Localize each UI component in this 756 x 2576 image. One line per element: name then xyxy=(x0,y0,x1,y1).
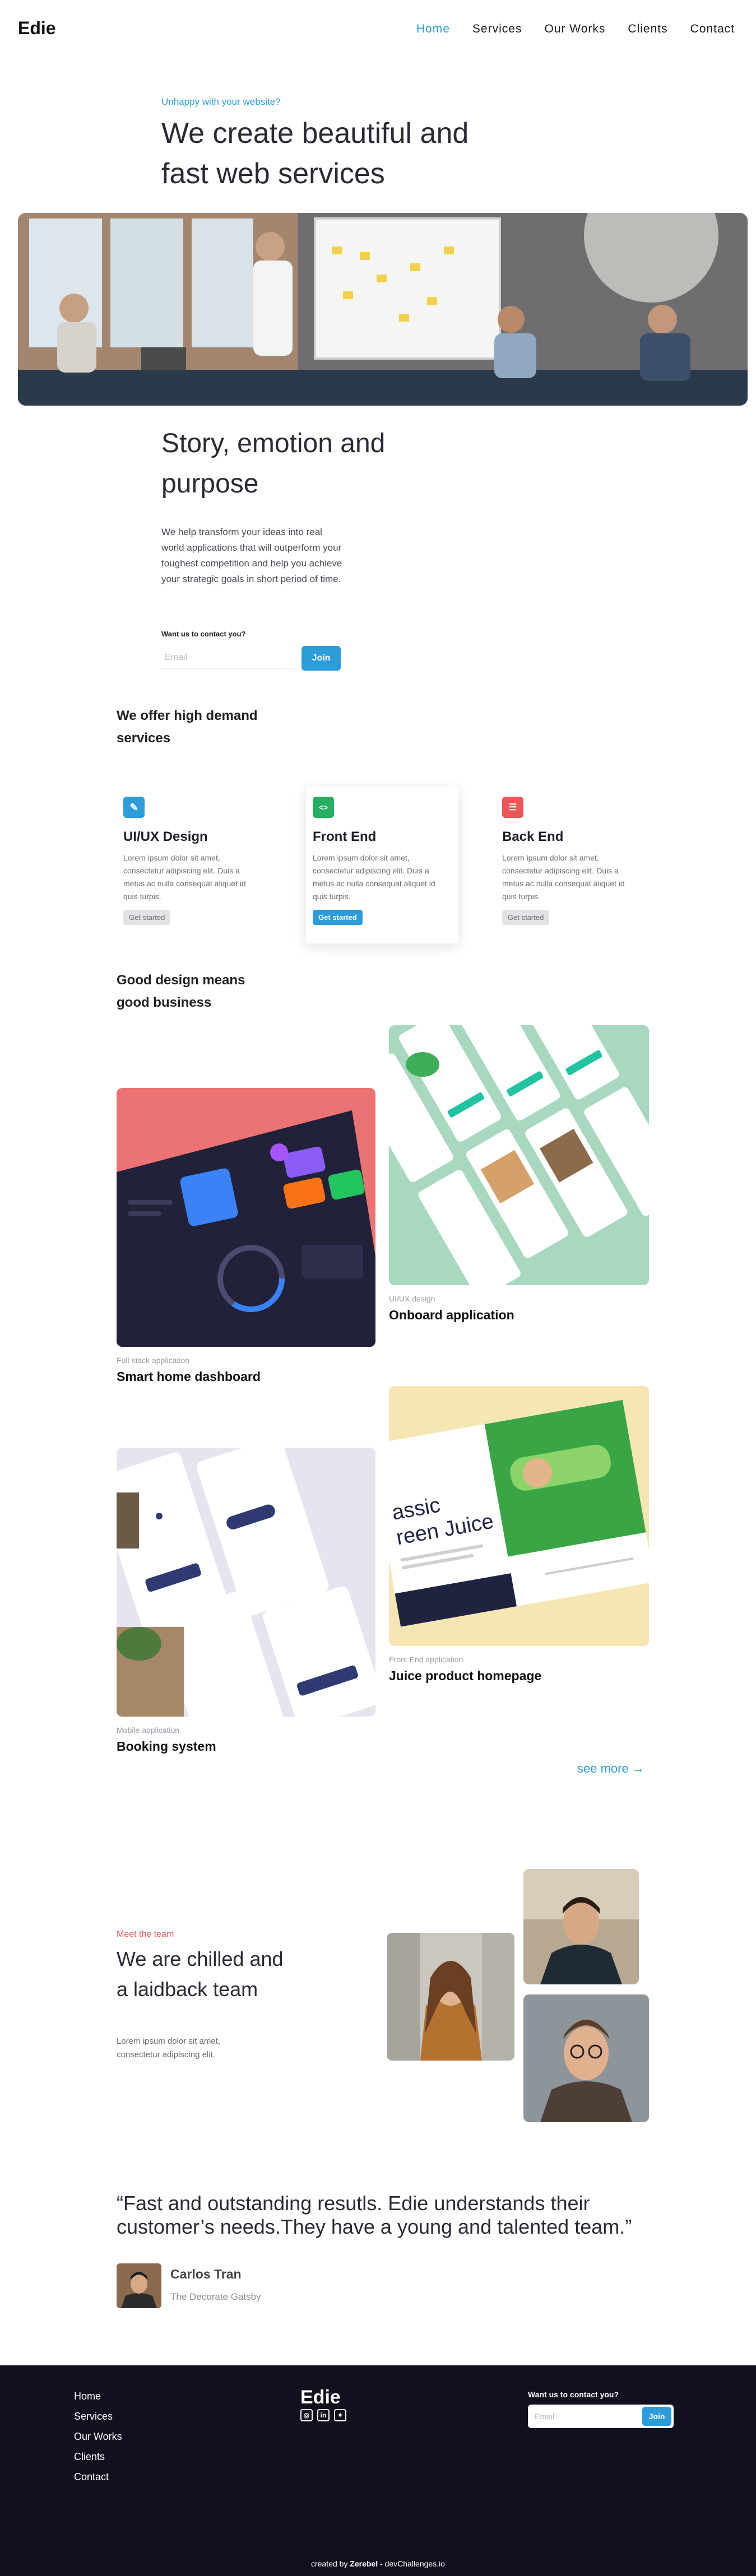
project-name[interactable]: Onboard application xyxy=(389,1308,514,1323)
service-title: Front End xyxy=(313,829,377,844)
works-title: Good design means good business xyxy=(117,973,245,1010)
credit-author[interactable]: Zerebel xyxy=(350,2559,378,2568)
nav-item-contact[interactable]: Contact xyxy=(690,22,735,36)
hero-kicker: Unhappy with your website? xyxy=(161,96,281,107)
project-name[interactable]: Booking system xyxy=(117,1739,216,1754)
footer-credit: created by Zerebel - devChallenges.io xyxy=(0,2559,756,2568)
team-text: Lorem ipsum dolor sit amet, consectetur … xyxy=(117,2036,221,2059)
see-more-link[interactable]: see more → xyxy=(577,1761,644,1776)
hero-title: We create beautiful and fast web service… xyxy=(161,117,469,190)
footer-email-input[interactable] xyxy=(530,2412,642,2421)
service-text: Lorem ipsum dolor sit amet, consectetur … xyxy=(502,853,625,901)
project-category: UI/UX design xyxy=(389,1294,435,1303)
footer-email-form: Join xyxy=(528,2405,674,2428)
service-card-frontend: <> Front End Lorem ipsum dolor sit amet,… xyxy=(306,787,458,943)
project-image-juice[interactable]: assic reen Juice xyxy=(389,1386,649,1646)
team-title: We are chilled and a laidback team xyxy=(117,1947,284,2001)
footer-contact-label: Want us to contact you? xyxy=(528,2390,619,2399)
author-company: The Decorate Gatsby xyxy=(170,2291,261,2302)
footer-social: ◎ in ✦ xyxy=(300,2409,346,2421)
server-icon: ☰ xyxy=(502,797,523,818)
footer-nav-home[interactable]: Home xyxy=(74,2390,122,2402)
join-button[interactable]: Join xyxy=(302,646,341,671)
service-title: UI/UX Design xyxy=(123,829,208,844)
contact-label: Want us to contact you? xyxy=(161,630,246,638)
project-name[interactable]: Juice product homepage xyxy=(389,1668,541,1684)
story-title: Story, emotion and purpose xyxy=(161,429,386,499)
nav-item-clients[interactable]: Clients xyxy=(628,22,667,36)
instagram-icon[interactable]: ◎ xyxy=(300,2409,313,2421)
get-started-button[interactable]: Get started xyxy=(502,910,550,925)
code-icon: <> xyxy=(313,797,334,818)
project-image-smart-home[interactable] xyxy=(117,1088,375,1347)
project-category: Mobile application xyxy=(117,1726,180,1735)
author-name: Carlos Tran xyxy=(170,2267,242,2281)
footer-nav: Home Services Our Works Clients Contact xyxy=(74,2390,122,2483)
twitter-icon[interactable]: ✦ xyxy=(334,2409,346,2421)
service-text: Lorem ipsum dolor sit amet, consectetur … xyxy=(313,853,435,901)
nav-item-home[interactable]: Home xyxy=(416,22,450,36)
footer-join-button[interactable]: Join xyxy=(642,2407,671,2426)
footer-logo[interactable]: Edie xyxy=(300,2387,341,2408)
footer-nav-clients[interactable]: Clients xyxy=(74,2451,122,2463)
nav-item-services[interactable]: Services xyxy=(472,22,522,36)
project-image-onboard[interactable] xyxy=(389,1025,649,1285)
footer-nav-our-works[interactable]: Our Works xyxy=(74,2430,122,2443)
author-avatar xyxy=(117,2263,161,2308)
footer-nav-contact[interactable]: Contact xyxy=(74,2471,122,2483)
team-kicker: Meet the team xyxy=(117,1929,174,1939)
main-nav: Home Services Our Works Clients Contact xyxy=(416,22,735,36)
service-title: Back End xyxy=(502,829,564,844)
project-name[interactable]: Smart home dashboard xyxy=(117,1369,261,1384)
team-member-photo xyxy=(523,1994,649,2122)
get-started-button[interactable]: Get started xyxy=(313,910,363,925)
project-category: Front End application xyxy=(389,1655,463,1664)
pencil-icon: ✎ xyxy=(123,797,145,818)
service-card-uiux: ✎ UI/UX Design Lorem ipsum dolor sit ame… xyxy=(117,787,269,943)
testimonial-quote: “Fast and outstanding resutls. Edie unde… xyxy=(117,2192,632,2238)
credit-prefix: created by xyxy=(311,2559,348,2568)
story-text: We help transform your ideas into real w… xyxy=(161,527,342,584)
project-image-booking[interactable] xyxy=(117,1448,375,1717)
get-started-button[interactable]: Get started xyxy=(123,910,171,925)
team-member-photo xyxy=(523,1869,639,1984)
site-logo[interactable]: Edie xyxy=(18,18,56,39)
team-member-photo xyxy=(387,1933,514,2061)
credit-suffix[interactable]: - devChallenges.io xyxy=(380,2559,445,2568)
linkedin-icon[interactable]: in xyxy=(317,2409,330,2421)
services-title: We offer high demand services xyxy=(117,708,258,746)
hero-team-meeting-image xyxy=(18,213,748,406)
service-text: Lorem ipsum dolor sit amet, consectetur … xyxy=(123,853,246,901)
footer-nav-services[interactable]: Services xyxy=(74,2410,122,2422)
service-card-backend: ☰ Back End Lorem ipsum dolor sit amet, c… xyxy=(495,787,648,943)
email-input[interactable] xyxy=(161,647,296,669)
nav-item-our-works[interactable]: Our Works xyxy=(544,22,605,36)
project-category: Full stack application xyxy=(117,1356,189,1365)
